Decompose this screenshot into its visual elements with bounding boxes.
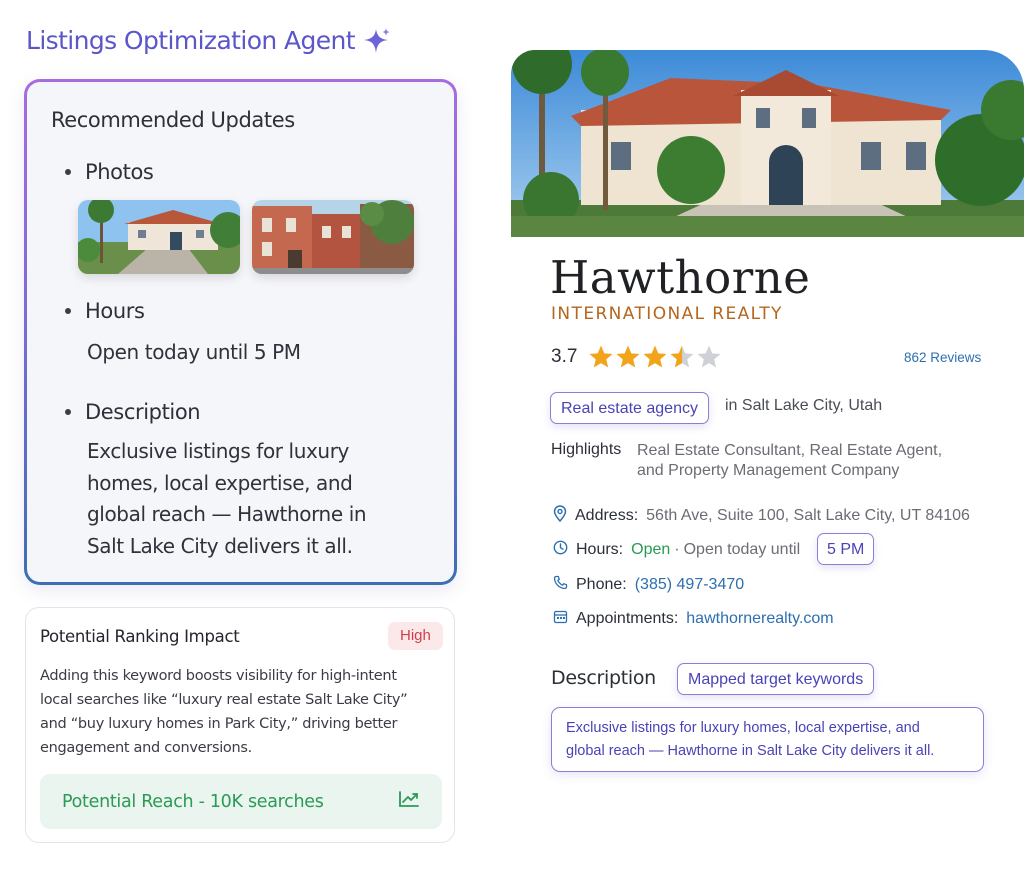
highlights-line: and Property Management Company [637, 462, 900, 479]
hours-status: Open [631, 541, 671, 558]
hours-value: Open today until 5 PM [87, 340, 301, 364]
photos-label: Photos [85, 160, 154, 184]
description-line: homes, local expertise, and [87, 470, 353, 495]
listing-description-line: global reach — Hawthorne in Salt Lake Ci… [566, 743, 935, 759]
bullet-dot [65, 409, 71, 415]
appointments-row: Appointments: hawthornerealty.com [553, 609, 834, 629]
business-name: Hawthorne [550, 251, 811, 304]
clock-icon [553, 540, 568, 560]
star-icon [697, 345, 721, 368]
category-location: in Salt Lake City, Utah [725, 397, 883, 414]
impact-line: and “buy luxury homes in Park City,” dri… [40, 716, 398, 732]
sparkle-icon [363, 27, 391, 55]
phone-link[interactable]: (385) 497-3470 [635, 576, 744, 594]
listing-description-box: Exclusive listings for luxury homes, loc… [551, 707, 984, 772]
bullet-dot [65, 169, 71, 175]
photo-thumbnail-townhouses[interactable] [252, 200, 414, 274]
description-line: global reach — Hawthorne in [87, 502, 367, 526]
agent-title-text: Listings Optimization Agent [26, 26, 356, 55]
impact-line: local searches like “luxury real estate … [40, 692, 408, 708]
ranking-impact-title: Potential Ranking Impact [40, 627, 240, 646]
phone-row: Phone: (385) 497-3470 [553, 575, 744, 595]
description-line: Exclusive listings for luxury [87, 439, 349, 463]
hours-row: Hours: Open · Open today until [553, 540, 800, 560]
appointments-link[interactable]: hawthornerealty.com [686, 610, 833, 628]
phone-label: Phone: [576, 576, 627, 593]
recommended-updates-heading: Recommended Updates [51, 108, 295, 132]
agent-title: Listings Optimization Agent [26, 26, 391, 55]
impact-line: Adding this keyword boosts visibility fo… [40, 668, 397, 684]
highlights-line: Real Estate Consultant, Real Estate Agen… [637, 442, 943, 459]
mapped-keywords-chip[interactable]: Mapped target keywords [677, 663, 875, 695]
bullet-dot [65, 308, 71, 314]
hours-bullet: Hours [65, 299, 145, 323]
potential-reach-box: Potential Reach - 10K searches [40, 774, 442, 829]
listing-description-label: Description [551, 667, 656, 689]
address-label: Address: [575, 507, 639, 524]
category-chip[interactable]: Real estate agency [550, 392, 709, 424]
business-subtitle: INTERNATIONAL REALTY [551, 304, 783, 324]
star-icon [616, 345, 640, 368]
photos-row [78, 200, 414, 274]
listing-hero-photo[interactable] [511, 50, 1024, 237]
hours-text: Open today until [683, 541, 801, 558]
hours-time-chip[interactable]: 5 PM [817, 533, 875, 565]
impact-level-badge: High [388, 622, 443, 650]
rating-value: 3.7 [551, 346, 578, 367]
description-line: Salt Lake City delivers it all. [87, 533, 353, 558]
star-icon [643, 345, 667, 368]
address-row: Address: 56th Ave, Suite 100, Salt Lake … [553, 505, 970, 527]
trend-up-icon [398, 790, 420, 813]
hours-label: Hours: [576, 541, 624, 558]
ranking-impact-card: Potential Ranking Impact High Adding thi… [25, 607, 455, 843]
description-text: Exclusive listings for luxury homes, loc… [87, 436, 367, 562]
description-label: Description [85, 400, 201, 424]
description-bullet: Description [65, 400, 201, 424]
impact-line: engagement and conversions. [40, 740, 252, 756]
recommended-updates-card: Recommended Updates Photos Hours Open to… [24, 79, 457, 585]
phone-icon [553, 575, 568, 595]
listing-description-line: Exclusive listings for luxury homes, loc… [566, 720, 920, 736]
reviews-link[interactable]: 862 Reviews [904, 350, 981, 365]
highlights-value: Real Estate Consultant, Real Estate Agen… [637, 441, 997, 481]
photo-thumbnail-villa[interactable] [78, 200, 240, 274]
star-icon [670, 345, 694, 368]
star-rating [588, 344, 722, 370]
ranking-impact-description: Adding this keyword boosts visibility fo… [40, 664, 440, 760]
highlights-label: Highlights [551, 441, 622, 458]
hours-separator: · [674, 541, 680, 558]
potential-reach-text: Potential Reach - 10K searches [62, 791, 324, 812]
location-pin-icon [553, 505, 567, 527]
calendar-icon [553, 609, 568, 629]
appointments-label: Appointments: [576, 610, 679, 627]
address-value[interactable]: 56th Ave, Suite 100, Salt Lake City, UT … [646, 507, 970, 525]
star-icon [589, 345, 613, 368]
photos-bullet: Photos [65, 160, 154, 184]
hours-label: Hours [85, 299, 145, 323]
